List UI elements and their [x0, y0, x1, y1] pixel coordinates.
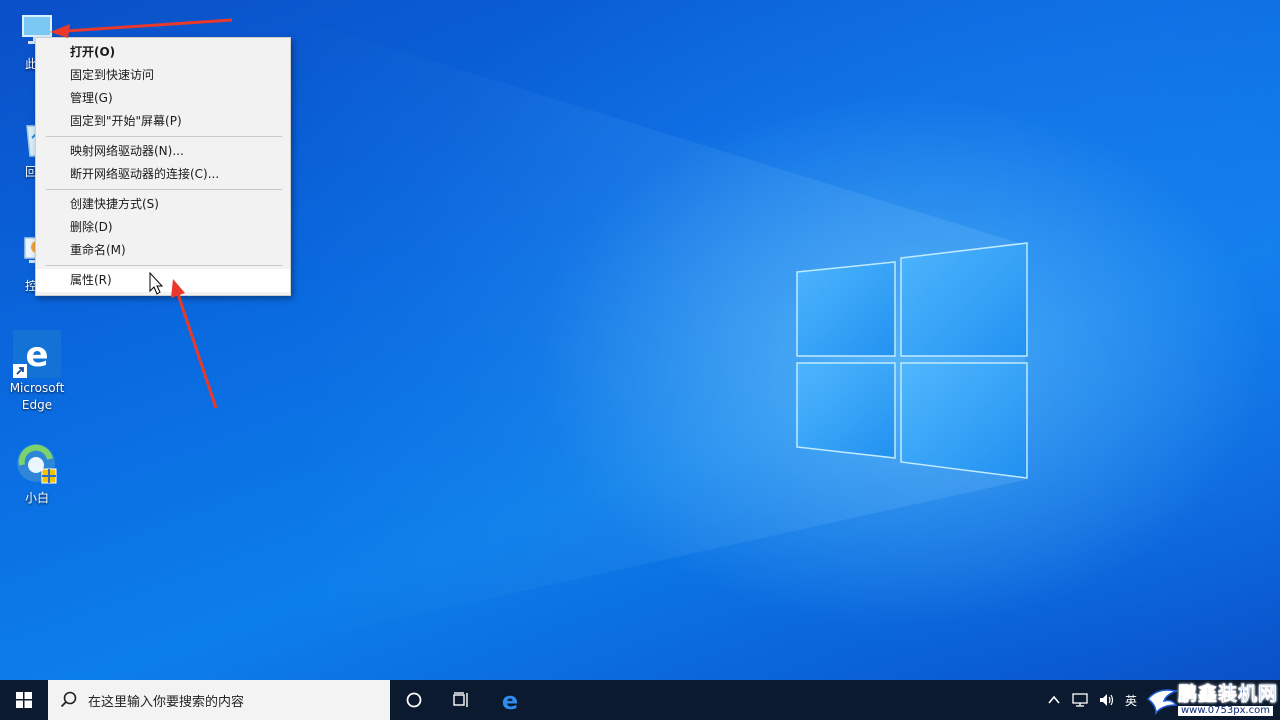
menu-item-open[interactable]: 打开(O) [36, 41, 290, 64]
svg-text:e: e [25, 335, 48, 374]
search-placeholder: 在这里输入你要搜索的内容 [88, 694, 245, 710]
desktop-icon-xiaobai[interactable]: 小白 [0, 440, 74, 507]
menu-item-manage[interactable]: 管理(G) [36, 87, 290, 110]
bottom-annotation-arrow [171, 279, 218, 409]
taskbar: 在这里输入你要搜索的内容 e 英 鹏鑫装机网 www.0753px.com [0, 680, 1280, 720]
menu-separator [46, 265, 282, 266]
taskbar-edge-button[interactable]: e [486, 680, 534, 720]
network-icon[interactable] [1071, 692, 1089, 708]
task-view-icon [453, 692, 468, 707]
watermark-url: www.0753px.com [1177, 705, 1274, 716]
menu-item-delete[interactable]: 删除(D) [36, 216, 290, 239]
desktop-icon-microsoft-edge[interactable]: e Microsoft Edge [0, 330, 74, 414]
edge-icon: e [502, 688, 518, 712]
cortana-button[interactable] [390, 680, 438, 720]
shortcut-arrow-icon [13, 364, 27, 378]
menu-item-rename[interactable]: 重命名(M) [36, 239, 290, 262]
input-method-indicator[interactable]: 英 [1125, 692, 1137, 709]
taskbar-search-box[interactable]: 在这里输入你要搜索的内容 [48, 680, 390, 720]
menu-item-pin-start[interactable]: 固定到"开始"屏幕(P) [36, 110, 290, 133]
chevron-up-icon[interactable] [1047, 693, 1061, 707]
menu-item-disconnect-network-drive[interactable]: 断开网络驱动器的连接(C)... [36, 163, 290, 186]
top-annotation-arrow [50, 18, 233, 38]
volume-icon[interactable] [1098, 692, 1116, 708]
menu-item-create-shortcut[interactable]: 创建快捷方式(S) [36, 193, 290, 216]
watermark-logo: 鹏鑫装机网 www.0753px.com [1146, 682, 1278, 716]
edge-icon: e [13, 330, 61, 378]
menu-separator [46, 189, 282, 190]
windows-start-icon [16, 692, 32, 708]
desktop-icon-label-line2: Edge [21, 398, 53, 412]
task-view-button[interactable] [438, 680, 486, 720]
search-icon [60, 691, 77, 708]
menu-separator [46, 136, 282, 137]
context-menu: 打开(O) 固定到快速访问 管理(G) 固定到"开始"屏幕(P) 映射网络驱动器… [35, 37, 291, 296]
svg-text:e: e [502, 688, 518, 712]
menu-item-properties[interactable]: 属性(R) [36, 269, 290, 292]
watermark-title: 鹏鑫装机网 [1177, 682, 1278, 705]
desktop-icon-label-line1: Microsoft [9, 381, 65, 395]
eagle-logo-icon [1146, 689, 1178, 715]
xiaobai-icon [13, 440, 61, 488]
system-tray: 英 鹏鑫装机网 www.0753px.com [1042, 680, 1280, 720]
start-button[interactable] [0, 680, 48, 720]
menu-item-pin-quick-access[interactable]: 固定到快速访问 [36, 64, 290, 87]
cortana-circle-icon [406, 692, 422, 708]
desktop-icon-label: 小白 [24, 491, 49, 505]
menu-item-map-network-drive[interactable]: 映射网络驱动器(N)... [36, 140, 290, 163]
